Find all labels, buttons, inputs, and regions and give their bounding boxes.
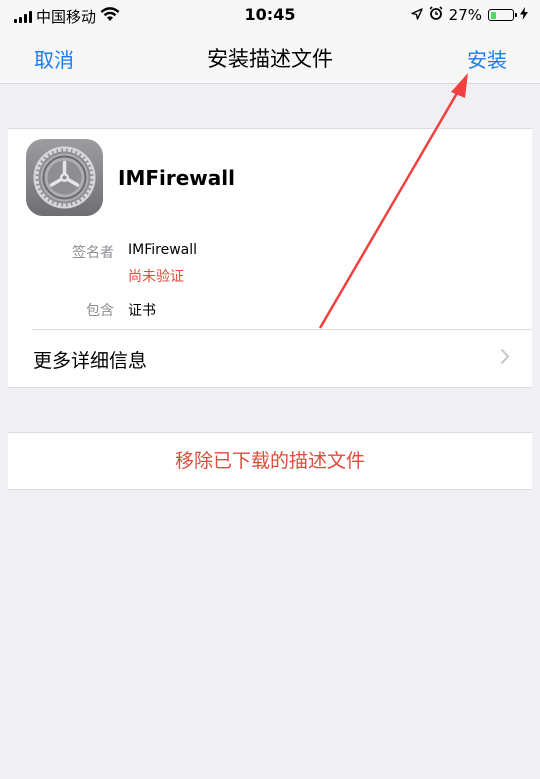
battery-icon <box>488 9 517 21</box>
settings-gear-icon <box>26 139 103 216</box>
more-details-row[interactable]: 更多详细信息 <box>8 330 532 386</box>
install-button[interactable]: 安装 <box>467 44 507 73</box>
profile-card: IMFirewall 签名者 IMFirewall 尚未验证 包含 证书 更多详… <box>8 128 532 388</box>
remove-profile-button[interactable]: 移除已下载的描述文件 <box>8 432 532 490</box>
profile-name: IMFirewall <box>118 166 235 190</box>
signer-label: 签名者 <box>72 245 114 261</box>
page-title: 安装描述文件 <box>207 47 333 71</box>
charging-bolt-icon <box>520 6 528 24</box>
contains-label: 包含 <box>86 303 114 319</box>
status-right: 27% <box>410 6 528 24</box>
location-arrow-icon <box>410 6 423 24</box>
battery-percent: 27% <box>448 6 482 24</box>
chevron-right-icon <box>500 348 510 369</box>
signer-value: IMFirewall <box>128 242 198 258</box>
navigation-bar: 取消 安装描述文件 安装 <box>0 32 540 84</box>
status-bar: 中国移动 10:45 27% <box>0 0 540 32</box>
verification-status: 尚未验证 <box>128 269 184 285</box>
annotation-arrow <box>318 73 468 329</box>
alarm-clock-icon <box>429 6 443 24</box>
more-details-label: 更多详细信息 <box>33 350 148 372</box>
contains-value: 证书 <box>128 303 156 319</box>
remove-profile-label: 移除已下载的描述文件 <box>174 450 365 472</box>
